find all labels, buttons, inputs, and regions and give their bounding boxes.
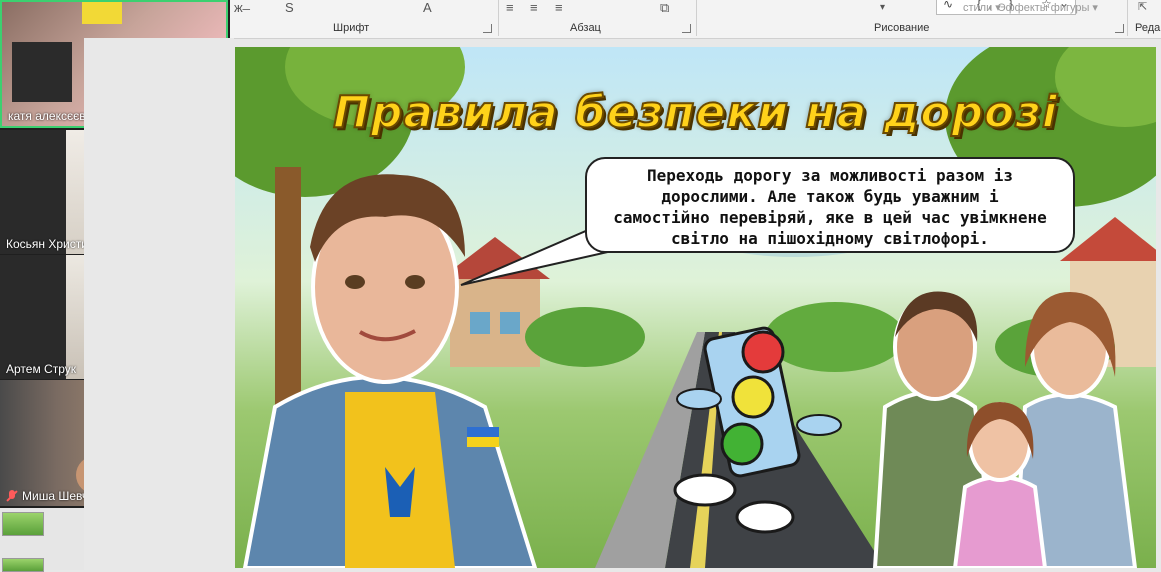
bush [525,307,645,367]
ribbon-divider [696,0,697,36]
slide-canvas[interactable]: Правила безпеки на дорозі Переходь дорог… [235,47,1156,568]
align-left-icon[interactable]: ≡ [506,0,514,15]
font-color-icon[interactable]: A [423,0,432,15]
text-shadow-icon[interactable]: S [285,0,294,15]
traffic-light-hand [796,414,842,436]
house-left-window [470,312,490,334]
slide-thumbnail[interactable] [2,512,44,536]
flag-decoration [82,2,122,24]
drawing-dialog-launcher-icon[interactable] [1115,24,1124,33]
boy-eye [345,275,365,289]
ribbon-group-font: Шрифт [333,22,370,34]
speech-bubble-line: дорослими. Але також будь уважним і [661,187,999,206]
speech-bubble-line: Переходь дорогу за можливості разом із [646,166,1014,185]
slide-title[interactable]: Правила безпеки на дорозі [235,86,1156,139]
traffic-light-yellow [731,375,775,419]
select-cursor-icon[interactable]: ⇱ [1138,0,1147,13]
editor-canvas-background [84,38,234,570]
arrange-dropdown-icon[interactable]: ▾ [880,2,885,13]
font-dialog-launcher-icon[interactable] [483,24,492,33]
girl-striped-shirt [952,475,1048,568]
speech-bubble-line: світло на пішохідному світлофорі. [671,229,989,248]
speech-bubble[interactable]: Переходь дорогу за можливості разом із д… [585,157,1075,253]
shape-effects-button[interactable]: ◐ Эффекты фигуры ▾ [988,1,1098,14]
traffic-light-green [720,422,764,466]
house-left-window [500,312,520,334]
traffic-light-hand [676,388,722,410]
house-left [450,277,540,367]
participant-name: Артем Струк [6,362,76,376]
monitor-shape [12,42,72,102]
ribbon-group-editing: Реда [1135,22,1161,34]
shape-curve-icon[interactable]: ∿ [943,0,953,11]
tree-trunk-left [275,167,301,407]
strikethrough-icon[interactable]: ж ̶ [234,0,246,15]
traffic-light-red [741,330,785,374]
bush [765,302,905,372]
ribbon-group-paragraph: Абзац [570,22,601,34]
ribbon-divider [498,0,499,36]
ribbon-group-drawing: Рисование [874,22,930,34]
traffic-light-shoe [735,500,795,534]
ribbon-divider [1127,0,1128,36]
convert-smartart-icon[interactable]: ⧉ [660,0,669,16]
microphone-muted-icon [6,490,18,502]
traffic-light-shoe [673,473,737,507]
powerpoint-ribbon: ж ̶ S A Шрифт ≡ ≡ ≡ ⧉ Абзац ∿ { } ☆ ⌄ ▾ … [230,0,1161,39]
align-right-icon[interactable]: ≡ [555,0,563,15]
paragraph-dialog-launcher-icon[interactable] [682,24,691,33]
speech-bubble-line: самостійно перевіряй, яке в цей час увім… [613,208,1047,227]
slide-thumbnail-pane [0,508,85,572]
align-center-icon[interactable]: ≡ [530,0,538,15]
ukraine-flag-patch-yellow [467,437,499,447]
boy-eye [405,275,425,289]
